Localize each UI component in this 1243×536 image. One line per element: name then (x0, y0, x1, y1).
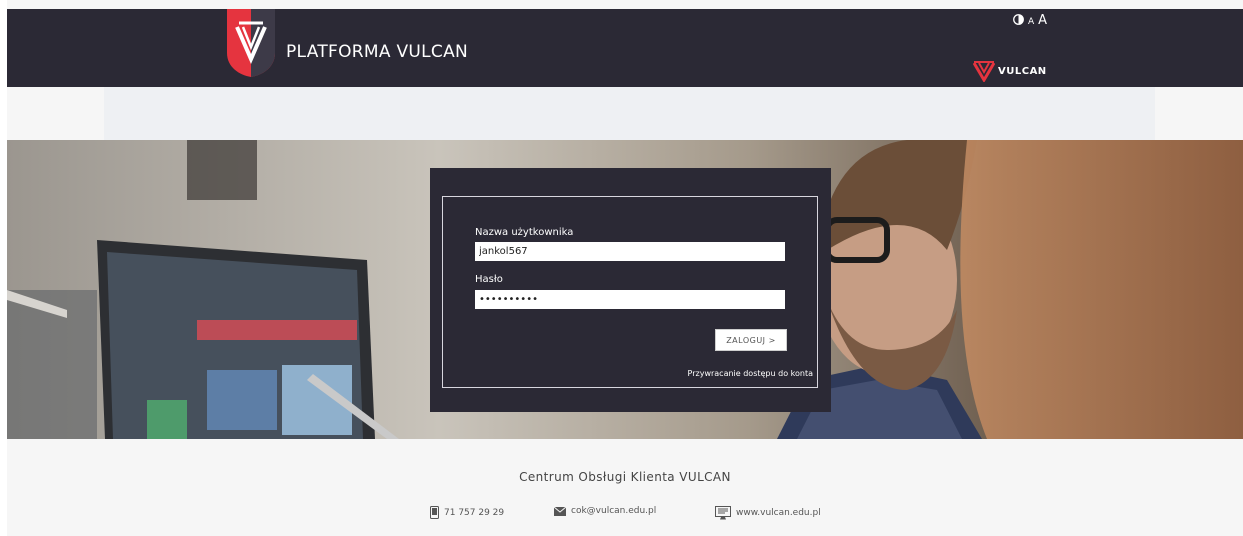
password-input[interactable] (475, 290, 785, 309)
vulcan-brand-logo[interactable]: VULCAN (973, 60, 1047, 82)
footer-title: Centrum Obsługi Klienta VULCAN (519, 470, 731, 484)
website-link[interactable]: www.vulcan.edu.pl (736, 508, 821, 518)
username-input[interactable] (475, 242, 785, 261)
phone-number: 71 757 29 29 (444, 507, 505, 518)
monitor-icon (715, 506, 731, 520)
recover-access-link[interactable]: Przywracanie dostępu do konta (688, 369, 813, 378)
contact-email: cok@vulcan.edu.pl (554, 506, 656, 516)
phone-icon (430, 506, 439, 519)
sub-header-band (104, 87, 1155, 140)
login-form: Nazwa użytkownika Hasło ZALOGUJ > Przywr… (442, 196, 818, 388)
contact-website: www.vulcan.edu.pl (715, 506, 821, 520)
mail-icon (554, 506, 566, 516)
contact-phone: 71 757 29 29 (430, 506, 504, 519)
vulcan-logo-text: VULCAN (998, 65, 1047, 77)
vulcan-v-logo-icon (973, 61, 995, 82)
vulcan-shield-logo-icon[interactable] (227, 9, 275, 77)
font-size-small-button[interactable]: A (1028, 17, 1034, 27)
top-header: PLATFORMA VULCAN A A VULCAN (7, 9, 1243, 87)
login-button[interactable]: ZALOGUJ > (715, 329, 787, 351)
password-label: Hasło (475, 274, 503, 285)
username-label: Nazwa użytkownika (475, 227, 574, 238)
login-panel: Nazwa użytkownika Hasło ZALOGUJ > Przywr… (430, 168, 831, 412)
contrast-icon[interactable] (1013, 14, 1024, 25)
font-size-large-button[interactable]: A (1038, 13, 1047, 28)
email-link[interactable]: cok@vulcan.edu.pl (571, 506, 656, 516)
footer: Centrum Obsługi Klienta VULCAN 71 757 29… (7, 439, 1243, 536)
platform-title: PLATFORMA VULCAN (286, 42, 469, 62)
accessibility-controls: A A (1013, 13, 1047, 28)
